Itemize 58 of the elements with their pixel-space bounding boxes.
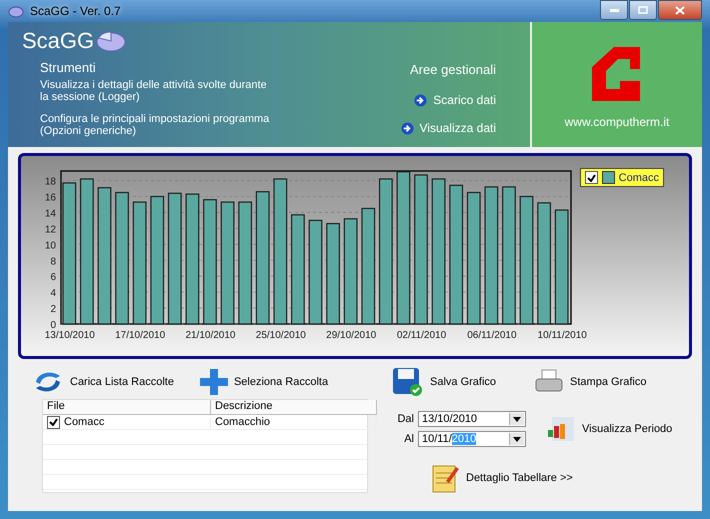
to-label: Al bbox=[403, 433, 414, 445]
app-icon bbox=[8, 4, 24, 18]
x-tick-label: 10/11/2010 bbox=[538, 330, 587, 341]
table-detail-button[interactable]: Dettaglio Tabellare >> bbox=[432, 463, 702, 493]
from-date-field[interactable]: 13/10/2010 bbox=[418, 411, 526, 427]
load-list-button[interactable]: Carica Lista Raccolte bbox=[32, 368, 174, 396]
app-name: ScaGG bbox=[22, 28, 94, 54]
x-tick-label: 02/11/2010 bbox=[396, 330, 446, 341]
print-chart-button[interactable]: Stampa Grafico bbox=[534, 369, 646, 395]
section-title: Strumenti bbox=[40, 60, 97, 75]
y-tick-label: 16 bbox=[44, 192, 56, 204]
dropdown-arrow-icon[interactable] bbox=[513, 416, 521, 422]
x-tick-label: 13/10/2010 bbox=[44, 330, 95, 341]
y-tick-label: 4 bbox=[50, 288, 56, 300]
notepad-pencil-icon bbox=[432, 463, 460, 493]
areas-title: Aree gestionali bbox=[410, 62, 496, 77]
logo-icon bbox=[592, 46, 642, 100]
y-tick-label: 10 bbox=[44, 240, 56, 252]
table-cell: Comacchio bbox=[215, 416, 270, 428]
legend-checkbox[interactable] bbox=[584, 171, 598, 184]
from-label: Dal bbox=[396, 413, 414, 425]
floppy-disk-icon bbox=[392, 367, 424, 397]
dropdown-arrow-icon[interactable] bbox=[513, 436, 521, 442]
y-tick-label: 18 bbox=[44, 176, 56, 188]
x-tick-label: 25/10/2010 bbox=[256, 330, 306, 341]
arrow-icon bbox=[400, 122, 414, 134]
tool-link[interactable]: Visualizza i dettagli delle attività svolte durante la sessione (Logger) bbox=[40, 79, 270, 103]
to-date-field[interactable]: 10/11/2010 bbox=[418, 431, 526, 447]
minimize-button[interactable] bbox=[600, 0, 628, 20]
column-header[interactable]: File bbox=[43, 400, 211, 415]
y-tick-label: 12 bbox=[44, 224, 56, 236]
x-tick-label: 06/11/2010 bbox=[467, 330, 517, 341]
x-tick-label: 21/10/2010 bbox=[185, 330, 236, 341]
maximize-icon bbox=[638, 6, 648, 14]
plus-icon bbox=[200, 369, 228, 395]
y-tick-label: 2 bbox=[50, 304, 56, 316]
x-tick-label: 17/10/2010 bbox=[115, 330, 166, 341]
x-tick-label: 29/10/2010 bbox=[326, 330, 376, 341]
window-title: ScaGG - Ver. 0.7 bbox=[30, 4, 121, 18]
column-header[interactable]: Descrizione bbox=[211, 400, 377, 415]
legend-label: Comacc bbox=[618, 172, 659, 184]
show-period-button[interactable]: Visualizza Periodo bbox=[546, 416, 672, 442]
maximize-button[interactable] bbox=[629, 0, 657, 20]
row-checkbox[interactable] bbox=[47, 416, 60, 428]
y-tick-label: 0 bbox=[50, 320, 56, 331]
close-icon bbox=[675, 6, 685, 14]
minimize-icon bbox=[610, 8, 618, 12]
y-tick-label: 6 bbox=[50, 272, 56, 284]
table-cell: Comacc bbox=[64, 416, 104, 428]
bar-chart-icon bbox=[546, 416, 576, 442]
select-collection-button[interactable]: Seleziona Raccolta bbox=[200, 369, 328, 395]
website-text: www.computherm.it bbox=[564, 114, 670, 128]
close-button[interactable] bbox=[658, 0, 702, 20]
legend-swatch bbox=[602, 171, 615, 184]
tool-link[interactable]: Configura le principali impostazioni programma (Opzioni generiche) bbox=[40, 113, 270, 137]
y-tick-label: 8 bbox=[50, 256, 56, 268]
save-chart-button[interactable]: Salva Grafico bbox=[392, 367, 496, 397]
y-tick-label: 14 bbox=[44, 208, 56, 220]
